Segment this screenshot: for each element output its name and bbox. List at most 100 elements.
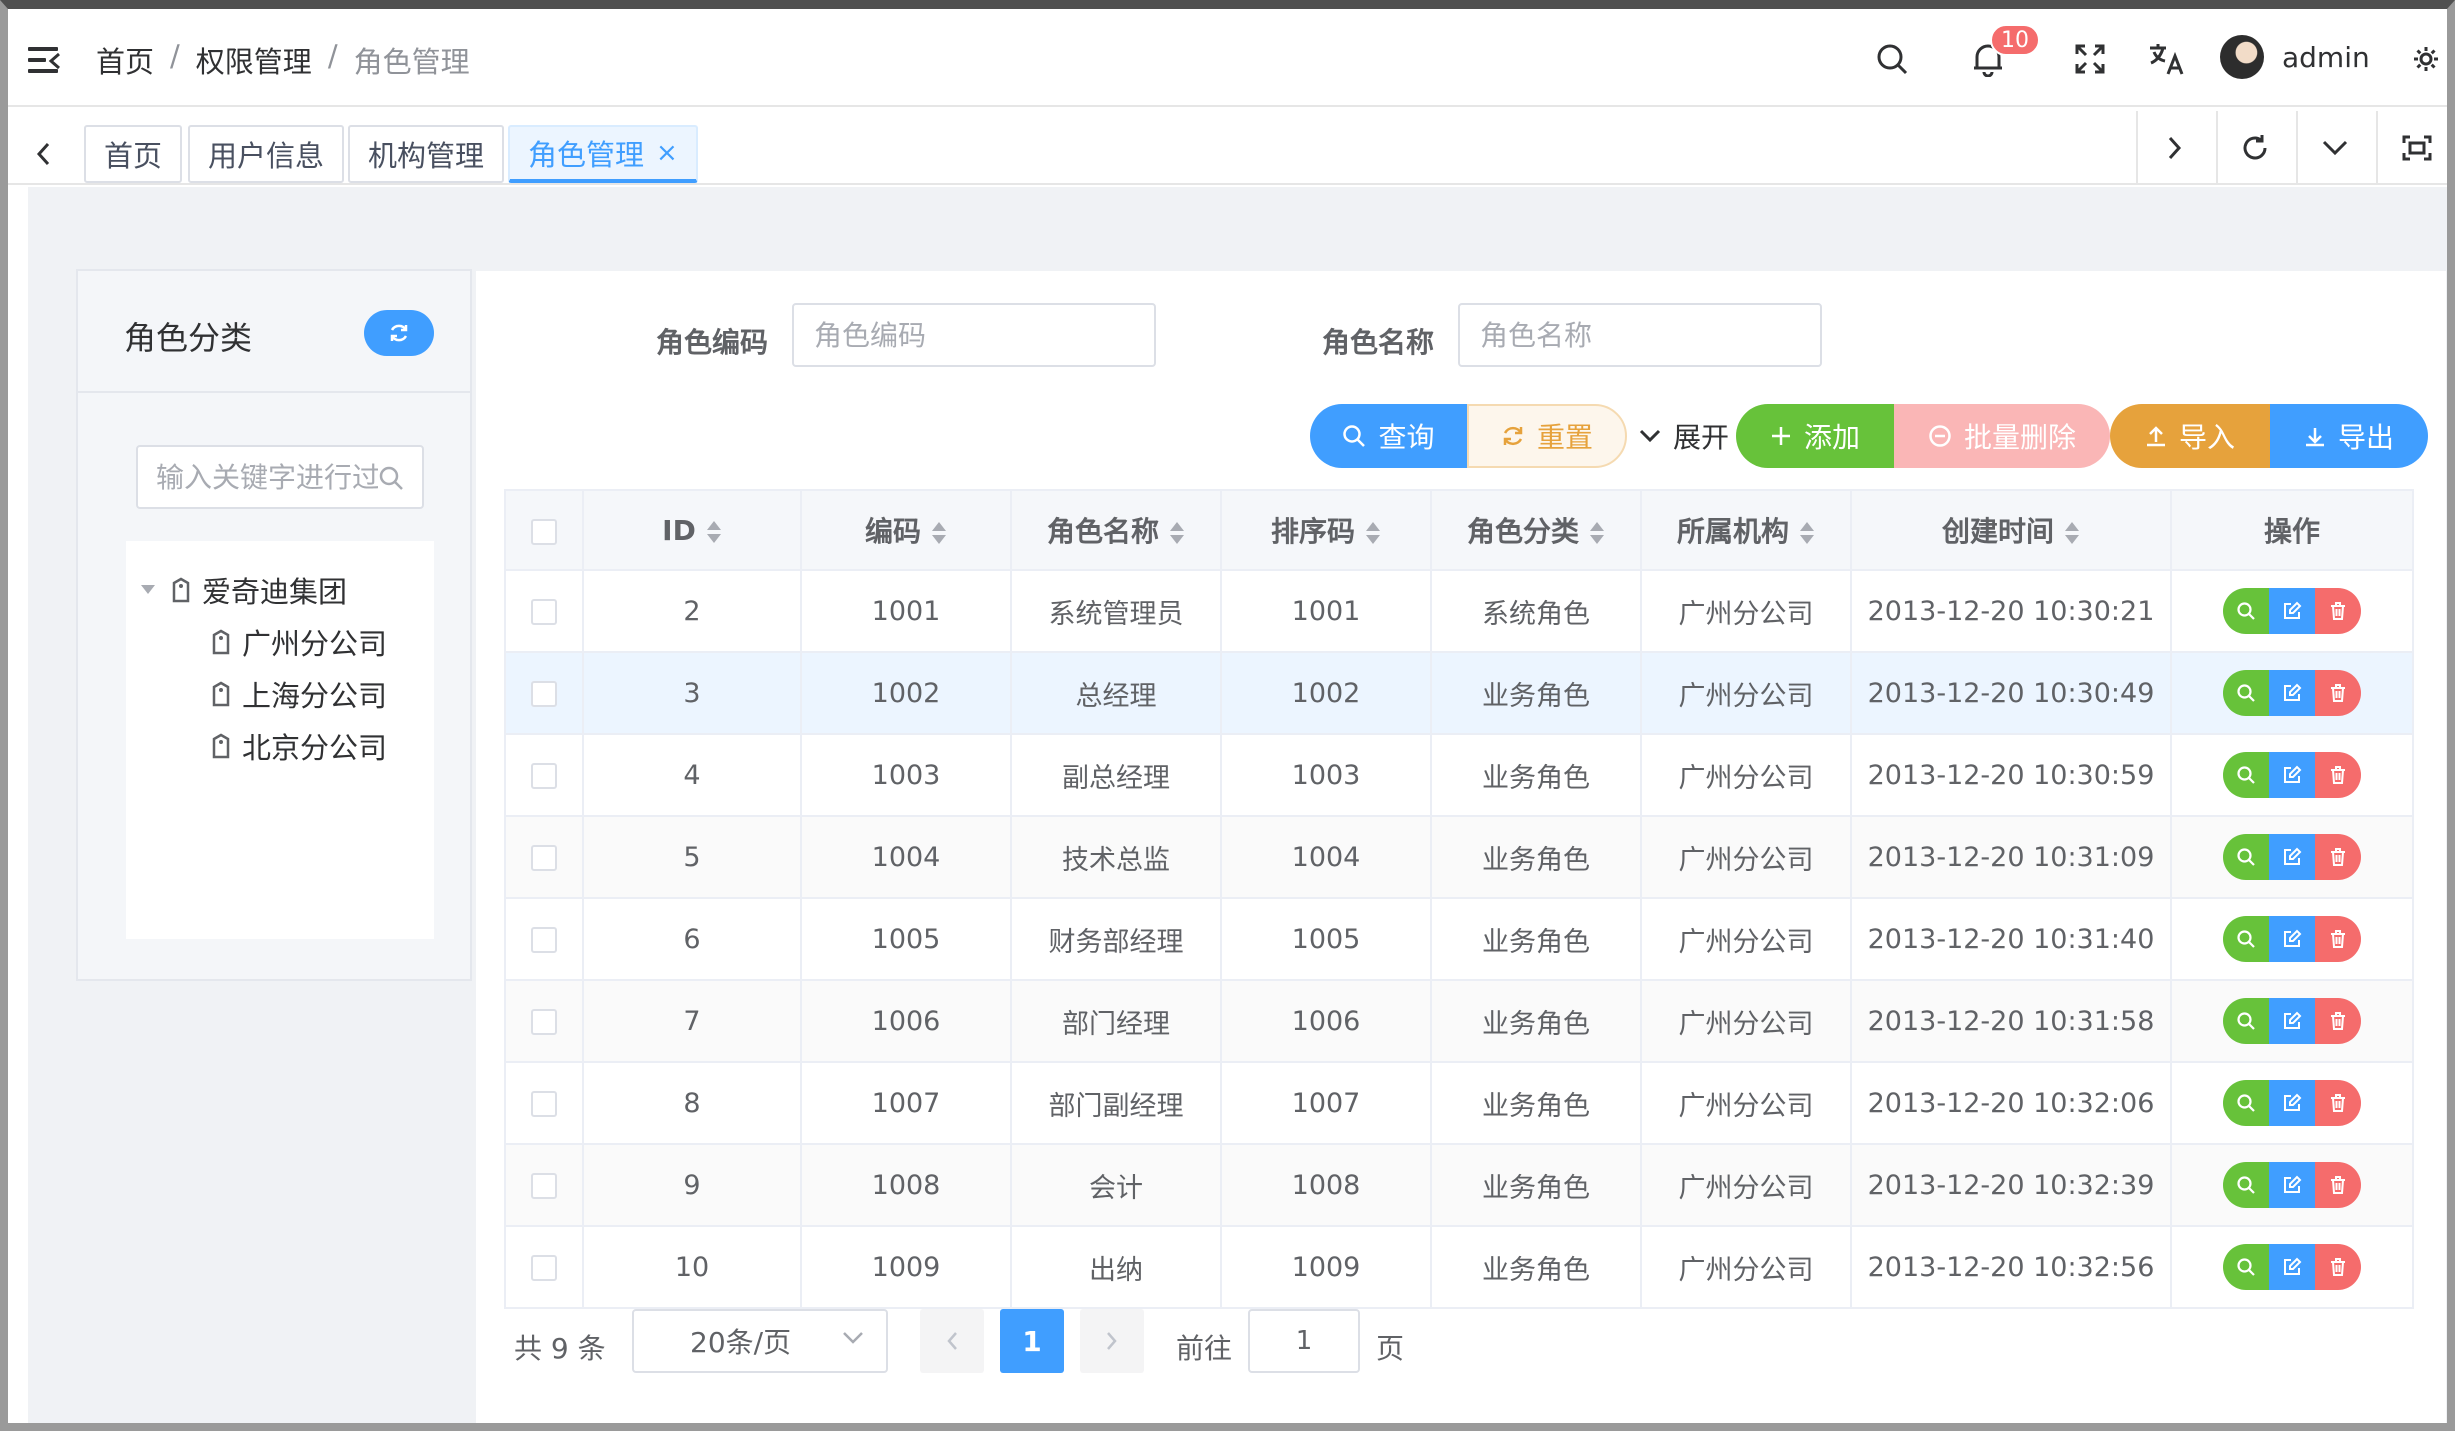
search-icon[interactable] — [1870, 37, 1914, 81]
delete-button[interactable] — [2315, 752, 2361, 798]
username[interactable]: admin — [2282, 41, 2370, 74]
row-checkbox[interactable] — [531, 1255, 557, 1281]
column-header-id[interactable]: ID — [583, 490, 802, 571]
expand-button[interactable]: 展开 — [1634, 404, 1734, 468]
table-row[interactable]: 4 1003 副总经理 1003 业务角色 广州分公司 2013-12-20 10:30:5… — [505, 734, 2414, 817]
view-button[interactable] — [2223, 588, 2269, 634]
tree-node-beijing[interactable]: 北京分公司 — [210, 725, 387, 767]
hamburger-icon[interactable] — [28, 47, 60, 75]
table-row[interactable]: 5 1004 技术总监 1004 业务角色 广州分公司 2013-12-20 10:31:0… — [505, 816, 2414, 899]
delete-button[interactable] — [2315, 1080, 2361, 1126]
delete-button[interactable] — [2315, 1244, 2361, 1290]
delete-button[interactable] — [2315, 1162, 2361, 1208]
column-header-code[interactable]: 编码 — [801, 490, 1012, 571]
chevron-left-icon[interactable] — [28, 129, 58, 179]
row-checkbox[interactable] — [531, 1091, 557, 1117]
translate-icon[interactable] — [2144, 37, 2188, 81]
row-checkbox[interactable] — [531, 681, 557, 707]
edit-button[interactable] — [2269, 916, 2315, 962]
edit-button[interactable] — [2269, 1244, 2315, 1290]
avatar[interactable] — [2220, 35, 2264, 79]
edit-button[interactable] — [2269, 588, 2315, 634]
chevron-right-icon[interactable] — [2136, 111, 2212, 185]
role-code-input[interactable] — [792, 303, 1156, 367]
reset-button[interactable]: 重置 — [1467, 404, 1627, 468]
tree-node-guangzhou[interactable]: 广州分公司 — [210, 621, 387, 663]
row-checkbox[interactable] — [531, 1009, 557, 1035]
delete-button[interactable] — [2315, 998, 2361, 1044]
sort-icon[interactable] — [706, 520, 722, 543]
batch-delete-button[interactable]: 批量删除 — [1894, 404, 2110, 468]
query-button[interactable]: 查询 — [1310, 404, 1467, 468]
maximize-icon[interactable] — [2376, 111, 2447, 185]
table-row[interactable]: 3 1002 总经理 1002 业务角色 广州分公司 2013-12-20 10:30:49 — [505, 652, 2414, 735]
view-button[interactable] — [2223, 834, 2269, 880]
row-checkbox[interactable] — [531, 1173, 557, 1199]
view-button[interactable] — [2223, 1244, 2269, 1290]
view-button[interactable] — [2223, 670, 2269, 716]
tab-role-management[interactable]: 角色管理 × — [508, 125, 698, 183]
role-code-field[interactable] — [794, 305, 1154, 365]
table-row[interactable]: 10 1009 出纳 1009 业务角色 广州分公司 2013-12-20 10:32:56 — [505, 1226, 2414, 1309]
chevron-down-icon[interactable] — [2296, 111, 2372, 185]
refresh-icon[interactable] — [2216, 111, 2292, 185]
delete-button[interactable] — [2315, 670, 2361, 716]
prev-page-button[interactable] — [920, 1309, 984, 1373]
select-all-checkbox[interactable] — [531, 518, 557, 545]
view-button[interactable] — [2223, 916, 2269, 962]
role-name-field[interactable] — [1460, 305, 1820, 365]
table-row[interactable]: 6 1005 财务部经理 1005 业务角色 广州分公司 2013-12-20 10:31:… — [505, 898, 2414, 981]
column-header-category[interactable]: 角色分类 — [1431, 490, 1642, 571]
sort-icon[interactable] — [1169, 522, 1185, 544]
tab-user-info[interactable]: 用户信息 — [188, 125, 345, 183]
tab-org-management[interactable]: 机构管理 — [348, 125, 505, 183]
view-button[interactable] — [2223, 1162, 2269, 1208]
view-button[interactable] — [2223, 998, 2269, 1044]
row-checkbox[interactable] — [531, 845, 557, 871]
edit-button[interactable] — [2269, 834, 2315, 880]
sort-icon[interactable] — [2064, 522, 2080, 544]
tab-home[interactable]: 首页 — [84, 125, 183, 183]
edit-button[interactable] — [2269, 1162, 2315, 1208]
sort-icon[interactable] — [1365, 522, 1381, 544]
breadcrumb-permissions[interactable]: 权限管理 — [196, 39, 312, 81]
refresh-button[interactable] — [364, 310, 434, 356]
column-header-created[interactable]: 创建时间 — [1851, 490, 2172, 571]
edit-button[interactable] — [2269, 1080, 2315, 1126]
tree-filter-input[interactable] — [136, 445, 424, 509]
sort-icon[interactable] — [931, 522, 947, 544]
tree-filter-field[interactable] — [138, 447, 378, 507]
table-row[interactable]: 8 1007 部门副经理 1007 业务角色 广州分公司 2013-12-20 10:32:… — [505, 1062, 2414, 1145]
delete-button[interactable] — [2315, 588, 2361, 634]
role-name-input[interactable] — [1458, 303, 1822, 367]
breadcrumb-home[interactable]: 首页 — [96, 39, 154, 81]
tree-node-root[interactable]: 爱奇迪集团 — [140, 569, 347, 611]
table-row[interactable]: 9 1008 会计 1008 业务角色 广州分公司 2013-12-20 10:32:39 — [505, 1144, 2414, 1227]
delete-button[interactable] — [2315, 916, 2361, 962]
page-size-select[interactable]: 20条/页 — [632, 1309, 888, 1373]
sort-icon[interactable] — [1799, 522, 1815, 544]
next-page-button[interactable] — [1080, 1309, 1144, 1373]
tree-node-shanghai[interactable]: 上海分公司 — [210, 673, 387, 715]
edit-button[interactable] — [2269, 998, 2315, 1044]
import-button[interactable]: 导入 — [2110, 404, 2270, 468]
goto-page-input[interactable] — [1248, 1309, 1360, 1373]
column-header-name[interactable]: 角色名称 — [1011, 490, 1222, 571]
add-button[interactable]: 添加 — [1736, 404, 1894, 468]
row-checkbox[interactable] — [531, 763, 557, 789]
row-checkbox[interactable] — [531, 599, 557, 625]
goto-page-field[interactable] — [1250, 1311, 1358, 1371]
edit-button[interactable] — [2269, 752, 2315, 798]
column-header-org[interactable]: 所属机构 — [1641, 490, 1852, 571]
page-number-current[interactable]: 1 — [1000, 1309, 1064, 1373]
fullscreen-icon[interactable] — [2068, 37, 2112, 81]
view-button[interactable] — [2223, 752, 2269, 798]
sort-icon[interactable] — [1589, 522, 1605, 544]
table-row[interactable]: 7 1006 部门经理 1006 业务角色 广州分公司 2013-12-20 10:31:5… — [505, 980, 2414, 1063]
view-button[interactable] — [2223, 1080, 2269, 1126]
delete-button[interactable] — [2315, 834, 2361, 880]
export-button[interactable]: 导出 — [2270, 404, 2428, 468]
edit-button[interactable] — [2269, 670, 2315, 716]
row-checkbox[interactable] — [531, 927, 557, 953]
table-row[interactable]: 2 1001 系统管理员 1001 系统角色 广州分公司 2013-12-20 10:30:… — [505, 570, 2414, 653]
